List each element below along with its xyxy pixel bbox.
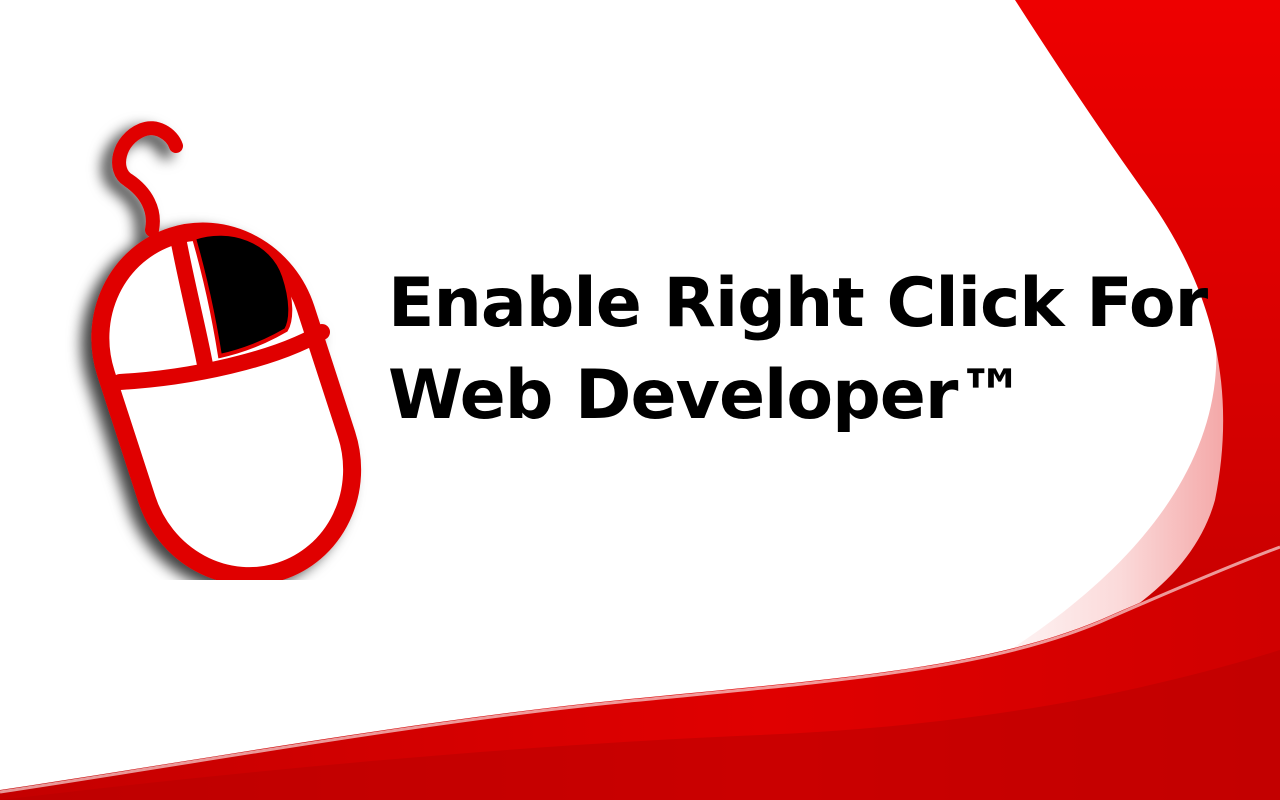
promo-banner: Enable Right Click For Web Developer™ (0, 0, 1280, 800)
title-line-2: Web Developer™ (388, 356, 1025, 436)
title-line-1: Enable Right Click For (388, 264, 1208, 343)
banner-title: Enable Right Click For Web Developer™ (388, 258, 1208, 443)
computer-mouse-icon (91, 121, 362, 580)
